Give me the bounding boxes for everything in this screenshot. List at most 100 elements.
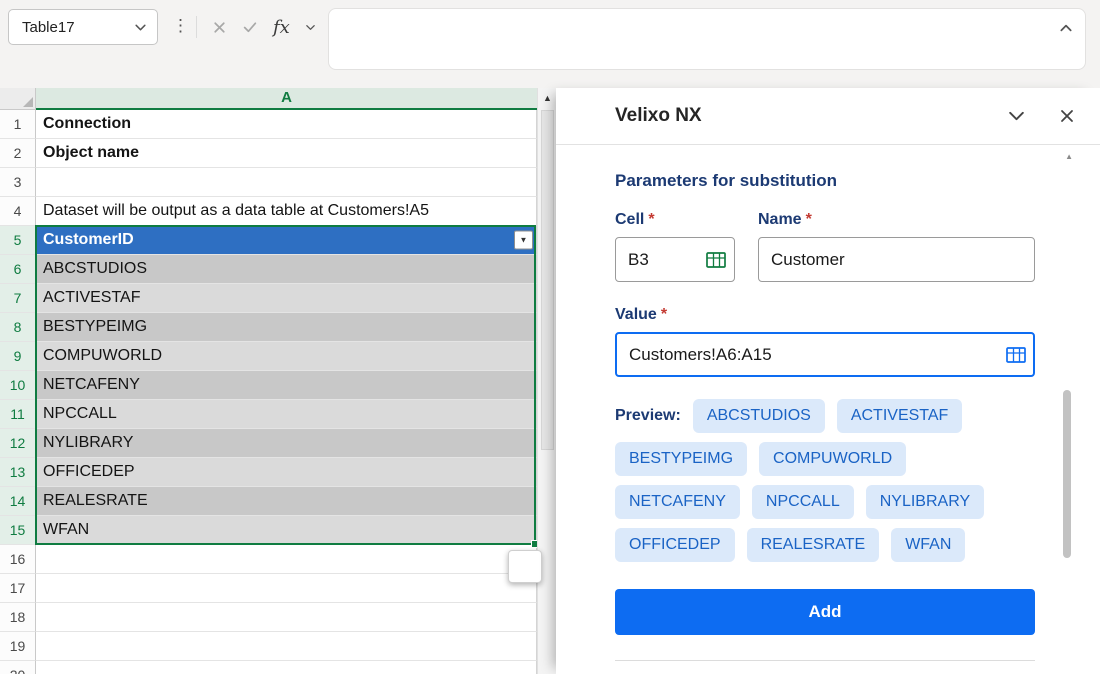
- row-header-10[interactable]: 10: [0, 371, 36, 400]
- row-header-7[interactable]: 7: [0, 284, 36, 313]
- preview-chip: NYLIBRARY: [866, 485, 984, 519]
- cell-A16[interactable]: [36, 545, 537, 574]
- cell-A13[interactable]: OFFICEDEP: [36, 458, 537, 487]
- cell-text: ABCSTUDIOS: [43, 260, 147, 278]
- filter-dropdown-button[interactable]: ▼: [514, 231, 533, 250]
- scrollbar-thumb[interactable]: [541, 110, 554, 450]
- required-mark: *: [806, 211, 812, 228]
- panel-body: Parameters for substitution Cell*: [556, 145, 1035, 661]
- formula-toolbar: Table17 ⋮ fx: [0, 0, 1100, 88]
- cell-A18[interactable]: [36, 603, 537, 632]
- chevron-down-icon[interactable]: [305, 22, 316, 33]
- cell-text: COMPUWORLD: [43, 347, 162, 365]
- row-header-12[interactable]: 12: [0, 429, 36, 458]
- cell-A2[interactable]: Object name: [36, 139, 537, 168]
- panel-header: Velixo NX: [556, 88, 1100, 145]
- preview-chip: NPCCALL: [752, 485, 854, 519]
- row-header-14[interactable]: 14: [0, 487, 36, 516]
- chevron-down-icon: [134, 21, 147, 34]
- column-header-row: A: [0, 88, 537, 110]
- grid-row: 5CustomerID▼: [0, 226, 537, 255]
- row-header-6[interactable]: 6: [0, 255, 36, 284]
- row-header-3[interactable]: 3: [0, 168, 36, 197]
- cell-text: REALESRATE: [43, 492, 148, 510]
- grid-row: 12NYLIBRARY: [0, 429, 537, 458]
- cell-A6[interactable]: ABCSTUDIOS: [36, 255, 537, 284]
- chevron-down-icon[interactable]: [1007, 107, 1026, 126]
- row-header-1[interactable]: 1: [0, 110, 36, 139]
- cell-A20[interactable]: [36, 661, 537, 674]
- cell-A12[interactable]: NYLIBRARY: [36, 429, 537, 458]
- scroll-up-icon[interactable]: ▲: [538, 88, 557, 108]
- cell-A8[interactable]: BESTYPEIMG: [36, 313, 537, 342]
- grid-row: 14 REALESRATE: [0, 487, 537, 516]
- row-header-16[interactable]: 16: [0, 545, 36, 574]
- grid-row: 8BESTYPEIMG: [0, 313, 537, 342]
- cell-A3[interactable]: [36, 168, 537, 197]
- panel-scrollbar-thumb[interactable]: [1063, 390, 1071, 558]
- cell-text: NPCCALL: [43, 405, 117, 423]
- preview-chip: REALESRATE: [747, 528, 880, 562]
- close-icon[interactable]: [1058, 107, 1076, 125]
- row-header-19[interactable]: 19: [0, 632, 36, 661]
- grid-row: 19: [0, 632, 537, 661]
- cell-A10[interactable]: NETCAFENY: [36, 371, 537, 400]
- formula-bar[interactable]: [328, 8, 1086, 70]
- sheet-scrollbar[interactable]: ▲: [537, 88, 557, 674]
- preview-chip: COMPUWORLD: [759, 442, 906, 476]
- grid-row: 13OFFICEDEP: [0, 458, 537, 487]
- row-header-20[interactable]: 20: [0, 661, 36, 674]
- cell-A17[interactable]: [36, 574, 537, 603]
- cell-A15[interactable]: WFAN: [36, 516, 537, 545]
- column-header-A[interactable]: A: [36, 88, 537, 110]
- grid-row: 6 ABCSTUDIOS: [0, 255, 537, 284]
- chevron-up-icon[interactable]: [1059, 21, 1073, 35]
- insert-function-icon[interactable]: fx: [273, 17, 290, 38]
- select-all-corner[interactable]: [0, 88, 36, 110]
- cell-A1[interactable]: Connection: [36, 110, 537, 139]
- row-header-11[interactable]: 11: [0, 400, 36, 429]
- name-input[interactable]: [758, 237, 1035, 282]
- row-header-17[interactable]: 17: [0, 574, 36, 603]
- row-header-2[interactable]: 2: [0, 139, 36, 168]
- row-header-18[interactable]: 18: [0, 603, 36, 632]
- add-button[interactable]: Add: [615, 589, 1035, 635]
- cell-A19[interactable]: [36, 632, 537, 661]
- grid-row: 20: [0, 661, 537, 674]
- cell-A9[interactable]: COMPUWORLD: [36, 342, 537, 371]
- grid-row: 9 COMPUWORLD: [0, 342, 537, 371]
- preview-chip: OFFICEDEP: [615, 528, 735, 562]
- scroll-up-icon[interactable]: ▲: [1065, 152, 1073, 161]
- row-header-8[interactable]: 8: [0, 313, 36, 342]
- cancel-icon[interactable]: [212, 20, 227, 35]
- cell-name-row: Cell * Name*: [615, 211, 1035, 282]
- range-picker-icon[interactable]: [1006, 346, 1026, 363]
- name-field-label: Name*: [758, 211, 1035, 229]
- label-text: Cell: [615, 211, 644, 228]
- cell-A11[interactable]: NPCCALL: [36, 400, 537, 429]
- range-picker-icon[interactable]: [706, 251, 726, 268]
- row-header-13[interactable]: 13: [0, 458, 36, 487]
- cell-A14[interactable]: REALESRATE: [36, 487, 537, 516]
- more-options-icon[interactable]: ⋮: [172, 16, 189, 36]
- grid-row: 2 Object name: [0, 139, 537, 168]
- cell-text: WFAN: [43, 521, 89, 539]
- row-header-9[interactable]: 9: [0, 342, 36, 371]
- row-header-15[interactable]: 15: [0, 516, 36, 545]
- enter-check-icon[interactable]: [242, 19, 258, 35]
- cell-A4[interactable]: Dataset will be output as a data table a…: [36, 197, 537, 226]
- row-header-4[interactable]: 4: [0, 197, 36, 226]
- grid-row: 15 WFAN: [0, 516, 537, 545]
- name-box[interactable]: Table17: [8, 9, 158, 45]
- value-input[interactable]: [615, 332, 1035, 377]
- quick-analysis-button[interactable]: [508, 550, 542, 583]
- grid-body: 1Connection2 Object name 34Dataset will be…: [0, 110, 537, 674]
- divider: [196, 16, 197, 38]
- formula-input[interactable]: [341, 15, 1041, 43]
- cell-A7[interactable]: ACTIVESTAF: [36, 284, 537, 313]
- cell-text: Object name: [43, 144, 139, 162]
- required-mark: *: [661, 306, 667, 323]
- name-field: Name*: [758, 211, 1035, 282]
- cell-A5[interactable]: CustomerID▼: [36, 226, 537, 255]
- row-header-5[interactable]: 5: [0, 226, 36, 255]
